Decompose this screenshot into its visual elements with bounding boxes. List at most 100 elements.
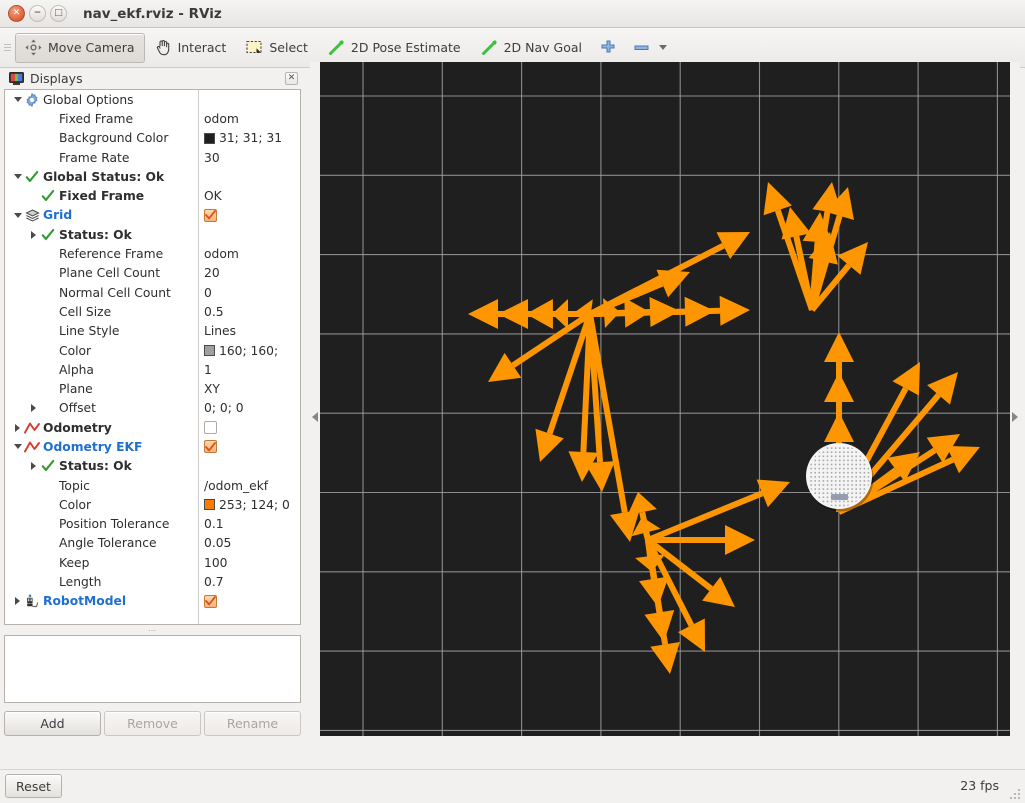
window-maximize-button[interactable]: □ <box>50 5 67 22</box>
display-tree-row[interactable]: Normal Cell Count 0 <box>5 283 300 302</box>
display-tree-row[interactable]: Keep 100 <box>5 553 300 572</box>
display-tree-row-value: 160; 160; <box>219 343 279 358</box>
display-tree-row[interactable]: Global Options <box>5 90 300 109</box>
arrow-head <box>824 412 854 442</box>
arrow-head <box>526 299 553 329</box>
display-tree-row-value: XY <box>204 382 220 397</box>
display-tree-row[interactable]: Topic/odom_ekf <box>5 476 300 495</box>
display-tree-row[interactable]: Plane XY <box>5 379 300 398</box>
twisty-collapsed-icon[interactable] <box>27 404 40 413</box>
left-splitter-handle[interactable] <box>310 62 320 772</box>
display-tree-row[interactable]: Color 253; 124; 0 <box>5 495 300 514</box>
display-tree-row[interactable]: RobotModel <box>5 592 300 611</box>
displays-panel-close-button[interactable]: ✕ <box>285 72 298 85</box>
window-minimize-button[interactable]: − <box>29 5 46 22</box>
display-tree-row[interactable]: Plane Cell Count 20 <box>5 264 300 283</box>
arrow-head <box>650 642 680 674</box>
toolbar-button-select[interactable]: Select <box>236 33 318 63</box>
displays-tree[interactable]: Global Options Fixed Frame odom Background … <box>4 89 301 625</box>
display-tree-row[interactable]: Cell Size 0.5 <box>5 302 300 321</box>
display-tree-row[interactable]: Grid <box>5 206 300 225</box>
twisty-collapsed-icon[interactable] <box>27 230 40 239</box>
display-tree-row[interactable]: Reference Frame odom <box>5 244 300 263</box>
check-icon <box>40 189 56 203</box>
window-titlebar: ✕ − □ nav_ekf.rviz - RViz <box>0 0 1025 28</box>
robot-icon <box>24 594 40 608</box>
arrow-head <box>627 492 657 516</box>
remove-button[interactable]: Remove <box>104 711 201 736</box>
reset-button[interactable]: Reset <box>5 774 62 798</box>
display-tree-row-label: Odometry <box>43 420 112 435</box>
twisty-expanded-icon[interactable] <box>11 174 24 180</box>
pose-arrow-icon <box>328 39 345 56</box>
add-tool-button[interactable] <box>592 33 625 63</box>
enable-checkbox-checked[interactable] <box>204 440 217 454</box>
odometry-scene <box>320 62 1010 772</box>
display-tree-row[interactable]: Fixed Frame odom <box>5 109 300 128</box>
twisty-expanded-icon[interactable] <box>11 97 24 103</box>
chevron-down-icon[interactable] <box>659 45 667 50</box>
display-tree-row-label: Plane <box>59 382 93 397</box>
display-tree-row[interactable]: Fixed Frame OK <box>5 186 300 205</box>
color-swatch[interactable] <box>204 345 215 356</box>
remove-tool-button[interactable] <box>625 33 675 63</box>
display-tree-row-value: odom <box>204 247 239 262</box>
panel-resize-handle[interactable]: ⋯ <box>4 625 301 635</box>
display-tree-row[interactable]: Alpha 1 <box>5 360 300 379</box>
toolbar-button-2d-nav-goal[interactable]: 2D Nav Goal <box>471 33 592 63</box>
twisty-collapsed-icon[interactable] <box>11 597 24 606</box>
display-tree-row[interactable]: Frame Rate 30 <box>5 148 300 167</box>
display-tree-row[interactable]: Odometry <box>5 418 300 437</box>
display-tree-row-value: 30 <box>204 150 220 165</box>
toolbar-button-2d-pose-estimate[interactable]: 2D Pose Estimate <box>318 33 471 63</box>
display-tree-row[interactable]: Status: Ok <box>5 457 300 476</box>
3d-render-view[interactable] <box>320 62 1010 772</box>
display-tree-row-label: Reference Frame <box>59 247 164 262</box>
twisty-collapsed-icon[interactable] <box>27 462 40 471</box>
display-tree-row[interactable]: Odometry EKF <box>5 437 300 456</box>
collapse-left-icon[interactable] <box>312 412 318 422</box>
arrow-head <box>763 182 792 216</box>
expand-right-icon[interactable] <box>1012 412 1018 422</box>
color-swatch[interactable] <box>204 499 215 511</box>
display-tree-row[interactable]: Color 160; 160; <box>5 341 300 360</box>
display-tree-row-value: 0.7 <box>204 575 224 590</box>
display-tree-row-label: Global Options <box>43 92 134 107</box>
check-icon <box>24 170 40 184</box>
toolbar-grip-icon[interactable] <box>4 37 12 59</box>
color-swatch[interactable] <box>204 132 215 144</box>
display-tree-row[interactable]: Angle Tolerance 0.05 <box>5 534 300 553</box>
twisty-expanded-icon[interactable] <box>11 212 24 218</box>
display-tree-row[interactable]: Line Style Lines <box>5 322 300 341</box>
arrow-head <box>585 461 615 492</box>
display-tree-row[interactable]: Global Status: Ok <box>5 167 300 186</box>
display-tree-row[interactable]: Position Tolerance 0.1 <box>5 515 300 534</box>
check-icon <box>40 228 56 242</box>
toolbar-button-label: Select <box>269 40 308 55</box>
toolbar-button-interact[interactable]: Interact <box>145 33 237 63</box>
display-tree-row[interactable]: Status: Ok <box>5 225 300 244</box>
window-resize-gripper[interactable] <box>1010 789 1021 800</box>
arrow-head <box>725 525 755 555</box>
display-tree-row[interactable]: Background Color 31; 31; 31 <box>5 129 300 148</box>
toolbar-button-label: 2D Nav Goal <box>503 40 582 55</box>
rename-button[interactable]: Rename <box>204 711 301 736</box>
display-tree-row-label: Status: Ok <box>59 459 132 474</box>
twisty-collapsed-icon[interactable] <box>11 423 24 432</box>
display-tree-row[interactable]: Offset 0; 0; 0 <box>5 399 300 418</box>
status-divider <box>0 769 1025 770</box>
window-close-button[interactable]: ✕ <box>8 5 25 22</box>
display-tree-row-value: 0 <box>204 285 212 300</box>
enable-checkbox-checked[interactable] <box>204 594 217 608</box>
enable-checkbox-checked[interactable] <box>204 208 217 222</box>
rviz-window: ✕ − □ nav_ekf.rviz - RViz Move Camera Int… <box>0 0 1025 803</box>
toolbar-button-move-camera[interactable]: Move Camera <box>15 32 145 63</box>
right-splitter-handle[interactable] <box>1010 62 1020 772</box>
gear-icon <box>24 92 40 107</box>
twisty-expanded-icon[interactable] <box>11 444 24 450</box>
enable-checkbox-unchecked[interactable] <box>204 421 217 435</box>
add-button[interactable]: Add <box>4 711 101 736</box>
displays-button-row: Add Remove Rename <box>4 703 301 736</box>
display-tree-row-label: Position Tolerance <box>59 517 170 532</box>
display-tree-row[interactable]: Length 0.7 <box>5 572 300 591</box>
